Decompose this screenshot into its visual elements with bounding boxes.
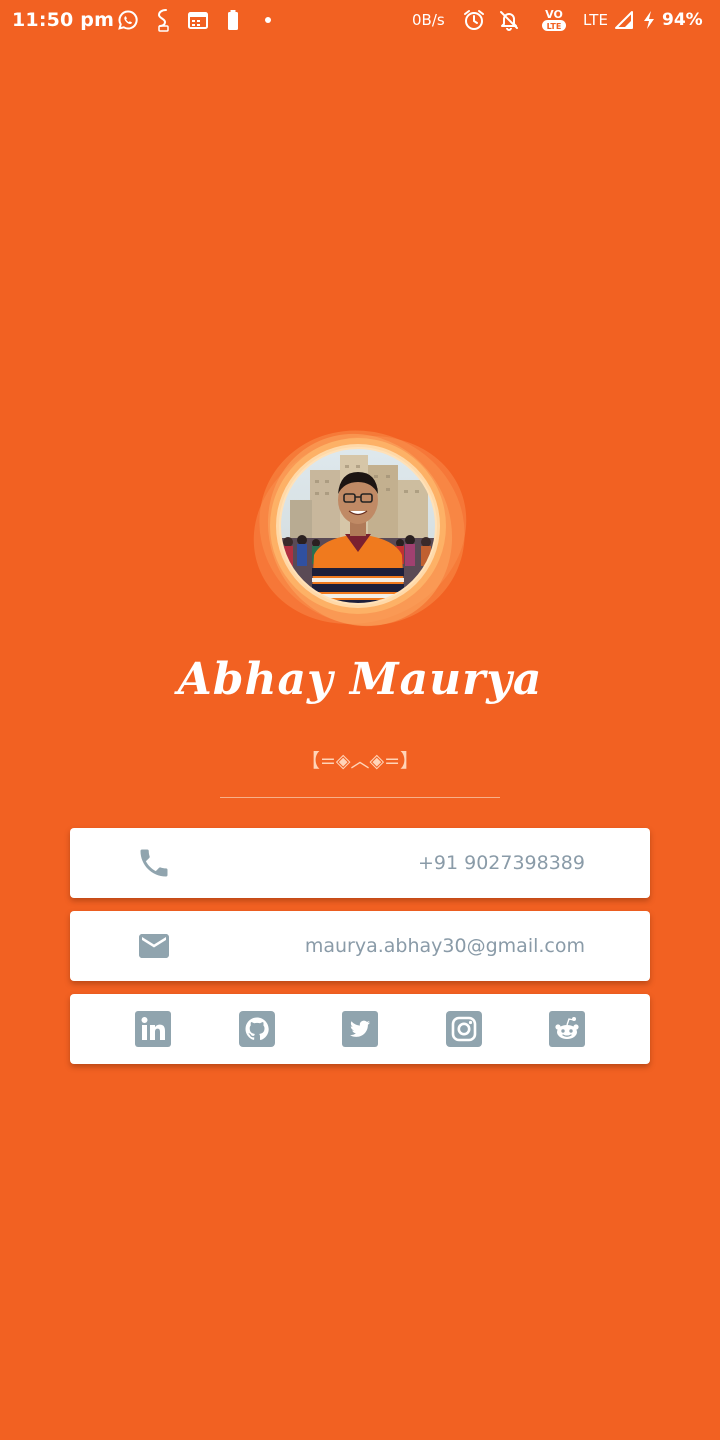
social-card: [70, 994, 650, 1064]
notifications-off-icon: [498, 0, 520, 40]
phone-icon: [136, 845, 172, 881]
volte-icon: VO LTE: [540, 0, 568, 40]
github-icon[interactable]: [239, 1011, 275, 1047]
twitter-icon[interactable]: [342, 1011, 378, 1047]
signal-icon: [614, 0, 634, 40]
status-time: 11:50 pm: [12, 9, 115, 31]
calendar-icon: [187, 0, 209, 40]
status-bar: 11:50 pm 0B/s VO LTE LTE 94%: [0, 0, 720, 40]
battery-small-icon: [227, 0, 239, 40]
charging-icon: [642, 0, 656, 40]
email-card[interactable]: maurya.abhay30@gmail.com: [70, 911, 650, 981]
mail-icon: [136, 928, 172, 964]
network-type: LTE: [583, 11, 608, 29]
reddit-icon[interactable]: [549, 1011, 585, 1047]
svg-text:VO: VO: [545, 8, 563, 21]
linkedin-icon[interactable]: [135, 1011, 171, 1047]
divider: [220, 797, 500, 798]
whatsapp-icon: [117, 0, 139, 40]
profile-tagline: 【=◈︿◈=】: [300, 750, 420, 772]
profile-name: Abhay Maurya: [177, 654, 543, 705]
network-speed: 0B/s: [412, 11, 445, 29]
battery-percent: 94%: [662, 10, 703, 30]
avatar: [250, 430, 472, 640]
svg-text:LTE: LTE: [547, 22, 562, 31]
phone-card[interactable]: +91 9027398389: [70, 828, 650, 898]
email-address: maurya.abhay30@gmail.com: [304, 935, 585, 957]
sync-icon: [154, 0, 172, 40]
instagram-icon[interactable]: [446, 1011, 482, 1047]
app-root: 11:50 pm 0B/s VO LTE LTE 94% Abhay Maury…: [0, 0, 720, 1440]
phone-number: +91 9027398389: [417, 852, 585, 874]
dot-icon: [264, 0, 272, 40]
alarm-icon: [462, 0, 486, 40]
